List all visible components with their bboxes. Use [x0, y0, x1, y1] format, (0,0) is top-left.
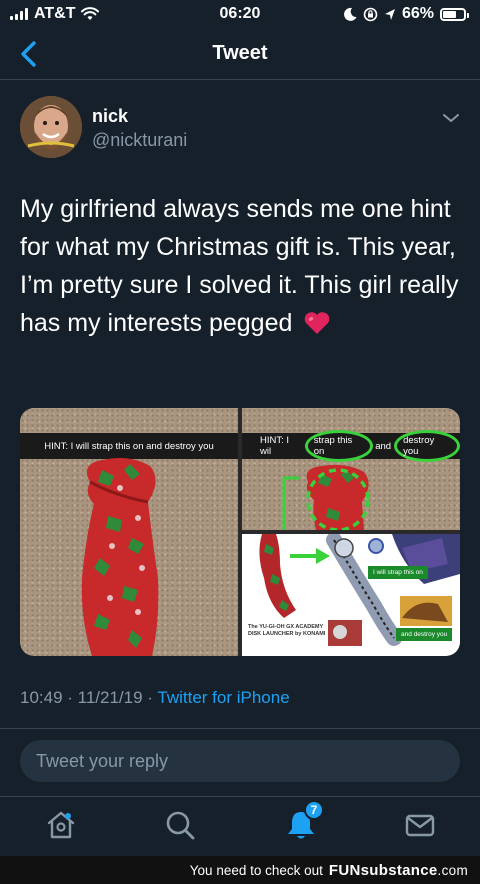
- notifications-tab[interactable]: 7: [284, 800, 324, 842]
- brand-sub: substance: [360, 861, 438, 879]
- search-icon[interactable]: [163, 808, 197, 842]
- battery-icon: [440, 7, 469, 21]
- page-title: Tweet: [212, 42, 268, 64]
- media-image-left[interactable]: HINT: I will strap this on and destroy y…: [20, 408, 238, 656]
- reply-placeholder: Tweet your reply: [36, 750, 169, 771]
- author-handle[interactable]: @nickturani: [92, 130, 187, 151]
- media-image-right-bottom[interactable]: I will strap this on and destroy you The…: [242, 534, 460, 656]
- status-bar: AT&T 06:20 66%: [0, 0, 480, 28]
- heart-emoji-icon: [305, 312, 330, 334]
- caption-launcher: The YU-GI-OH GX ACADEMY DISK LAUNCHER by…: [248, 624, 326, 637]
- divider: [0, 796, 480, 797]
- brand-main: FUN: [328, 861, 361, 879]
- battery-percent: 66%: [401, 5, 434, 22]
- tweet-meta: 10:49 · 11/21/19 · Twitter for iPhone: [20, 688, 290, 708]
- caption-destroy: and destroy you: [396, 628, 453, 641]
- tweet-source[interactable]: Twitter for iPhone: [157, 688, 289, 707]
- tweet-body: My girlfriend always sends me one hint f…: [20, 195, 459, 337]
- moon-icon: [344, 7, 357, 21]
- tab-bar: 7: [0, 800, 480, 852]
- watermark-brand: FUNsubstance.com: [329, 862, 468, 879]
- wrapped-gift-image: [81, 458, 159, 656]
- wrapped-gift-annotated-image: [282, 464, 370, 530]
- back-arrow-icon[interactable]: [14, 38, 44, 70]
- caption-strap: I will strap this on: [368, 566, 428, 579]
- nav-bar: Tweet: [0, 28, 480, 80]
- tweet-text: My girlfriend always sends me one hint f…: [20, 190, 460, 342]
- watermark-text: You need to check out: [189, 862, 323, 878]
- divider: [0, 728, 480, 729]
- signal-icon: [10, 8, 28, 20]
- watermark-bar: You need to check out FUNsubstance.com: [0, 856, 480, 884]
- carrier: AT&T: [34, 5, 76, 22]
- tweet-author: nick @nickturani: [20, 96, 460, 160]
- reply-input[interactable]: Tweet your reply: [20, 740, 460, 782]
- brand-tld: .com: [437, 862, 468, 878]
- location-icon: [384, 8, 395, 20]
- media-image-right-top[interactable]: HINT: I wil strap this on and destroy yo…: [242, 408, 460, 530]
- notification-badge: 7: [304, 800, 324, 820]
- avatar[interactable]: [20, 96, 82, 158]
- rotation-lock-icon: [363, 7, 378, 21]
- author-name[interactable]: nick: [92, 106, 128, 127]
- tweet-media[interactable]: HINT: I will strap this on and destroy y…: [20, 408, 460, 656]
- wifi-icon: [81, 7, 100, 20]
- chevron-down-icon[interactable]: [442, 112, 460, 124]
- messages-icon[interactable]: [403, 808, 437, 842]
- tweet-timestamp: 10:49 · 11/21/19 ·: [20, 688, 158, 707]
- home-icon[interactable]: [44, 808, 78, 842]
